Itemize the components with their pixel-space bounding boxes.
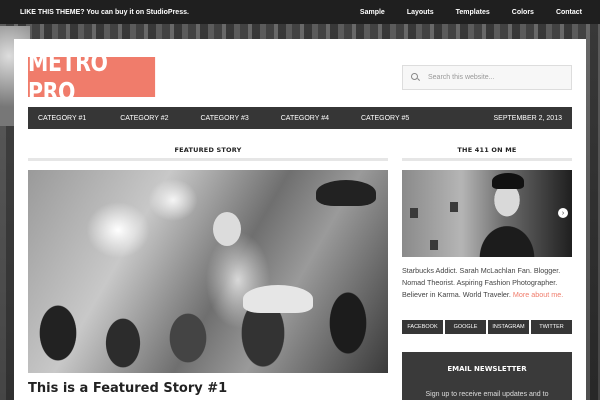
profile-image: › xyxy=(402,170,572,257)
newsletter-widget: EMAIL NEWSLETTER Sign up to receive emai… xyxy=(402,352,572,400)
facebook-button[interactable]: FACEBOOK xyxy=(402,320,443,334)
top-bar: LIKE THIS THEME? You can buy it on Studi… xyxy=(0,0,600,24)
menu-date: SEPTEMBER 2, 2013 xyxy=(493,114,562,122)
more-about-me-link[interactable]: More about me. xyxy=(513,290,563,299)
chevron-right-icon[interactable]: › xyxy=(558,208,568,218)
nav-colors[interactable]: Colors xyxy=(512,9,534,16)
primary-menu: CATEGORY #1 CATEGORY #2 CATEGORY #3 CATE… xyxy=(28,107,572,129)
face-shape xyxy=(213,212,241,246)
nav-templates[interactable]: Templates xyxy=(456,9,490,16)
bio-text: Starbucks Addict. Sarah McLachlan Fan. B… xyxy=(402,265,574,301)
newsletter-text: Sign up to receive email updates and to xyxy=(425,391,549,398)
nav-contact[interactable]: Contact xyxy=(556,9,582,16)
featured-image[interactable] xyxy=(28,170,388,373)
hat-shape xyxy=(316,180,376,206)
newsletter-title: EMAIL NEWSLETTER xyxy=(447,365,527,373)
menu-item-category-3[interactable]: CATEGORY #3 xyxy=(189,115,261,122)
menu-item-category-4[interactable]: CATEGORY #4 xyxy=(269,115,341,122)
site-container: METRO PRO Search this website... CATEGOR… xyxy=(14,39,586,400)
featured-story-title[interactable]: This is a Featured Story #1 xyxy=(28,381,227,396)
window-shape xyxy=(410,208,418,218)
top-nav: Sample Layouts Templates Colors Contact xyxy=(338,9,582,16)
nav-sample[interactable]: Sample xyxy=(360,9,385,16)
window-shape xyxy=(450,202,458,212)
person-silhouette xyxy=(477,178,537,257)
nav-layouts[interactable]: Layouts xyxy=(407,9,434,16)
sidebar-divider xyxy=(402,158,572,161)
hair-shape xyxy=(492,173,524,189)
menu-item-category-2[interactable]: CATEGORY #2 xyxy=(108,115,180,122)
social-buttons: FACEBOOK GOOGLE INSTAGRAM TWITTER xyxy=(402,320,572,334)
crowd-silhouettes xyxy=(28,263,388,373)
instagram-button[interactable]: INSTAGRAM xyxy=(488,320,529,334)
menu-item-category-5[interactable]: CATEGORY #5 xyxy=(349,115,421,122)
featured-section-title: FEATURED STORY xyxy=(174,146,242,154)
search-icon xyxy=(411,73,420,82)
twitter-button[interactable]: TWITTER xyxy=(531,320,572,334)
promo-text[interactable]: LIKE THIS THEME? You can buy it on Studi… xyxy=(20,9,189,16)
site-logo[interactable]: METRO PRO xyxy=(28,48,156,106)
search-field[interactable]: Search this website... xyxy=(402,65,572,90)
menu-item-category-1[interactable]: CATEGORY #1 xyxy=(28,115,98,122)
sidebar-section-title: THE 411 ON ME xyxy=(457,146,517,154)
featured-divider xyxy=(28,158,388,161)
window-shape xyxy=(430,240,438,250)
google-button[interactable]: GOOGLE xyxy=(445,320,486,334)
search-placeholder: Search this website... xyxy=(428,74,495,81)
hat-shape-light xyxy=(243,285,313,313)
